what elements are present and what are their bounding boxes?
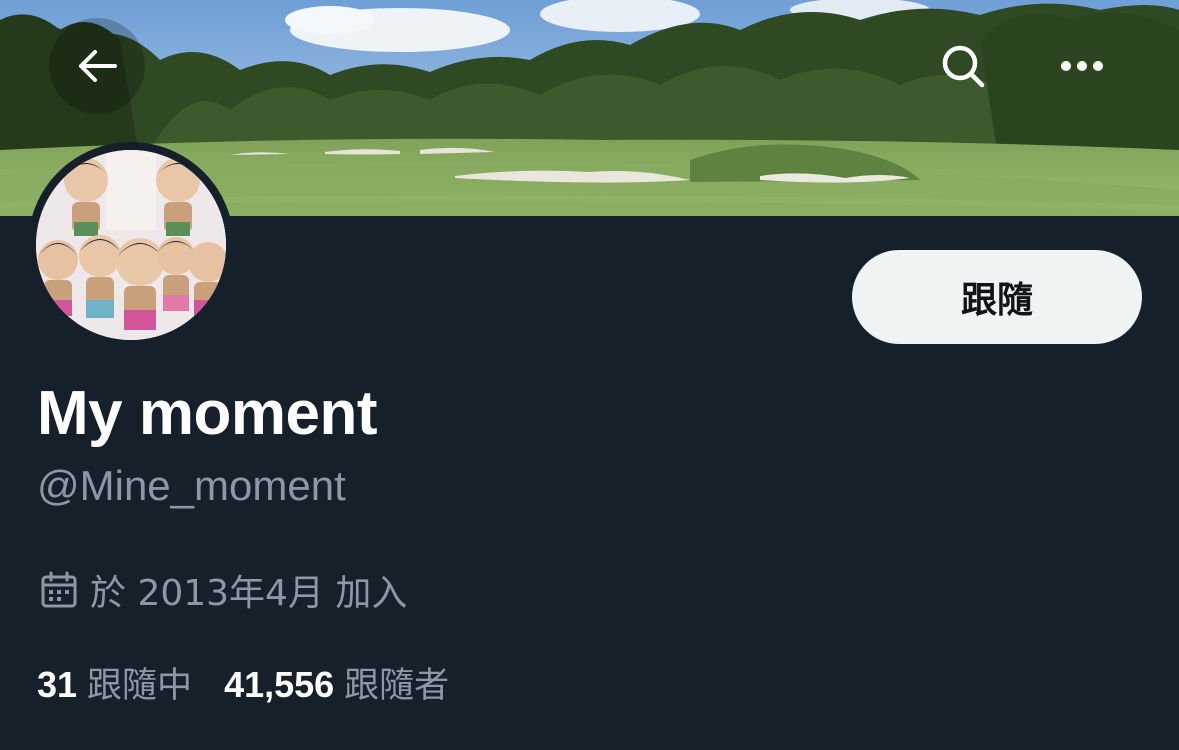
joined-date: 於 2013年4月 加入 [40,566,407,614]
back-button[interactable] [49,18,145,114]
follow-stats: 31 跟隨中 41,556 跟隨者 [37,656,481,708]
search-button[interactable] [915,18,1011,114]
profile-avatar[interactable] [28,142,234,348]
calendar-icon [41,571,77,608]
followers-label: 跟隨者 [344,665,450,706]
joined-text: 於 2013年4月 加入 [90,573,408,614]
following-label: 跟隨中 [87,665,193,706]
followers-count: 41,556 [224,663,335,705]
arrow-left-icon [79,50,117,82]
profile-screen: 跟隨 My moment @Mine_moment 於 2013年4月 加入 3… [0,0,1179,750]
follow-button[interactable]: 跟隨 [852,250,1142,344]
user-handle: @Mine_moment [37,462,346,509]
followers-link[interactable]: 41,556 跟隨者 [224,657,449,708]
following-count: 31 [37,663,78,705]
search-icon [942,45,985,88]
avatar-image [36,150,226,340]
more-options-button[interactable] [1034,18,1130,114]
more-horizontal-icon [1061,61,1103,71]
following-link[interactable]: 31 跟隨中 [37,657,192,708]
display-name: My moment [37,379,377,448]
